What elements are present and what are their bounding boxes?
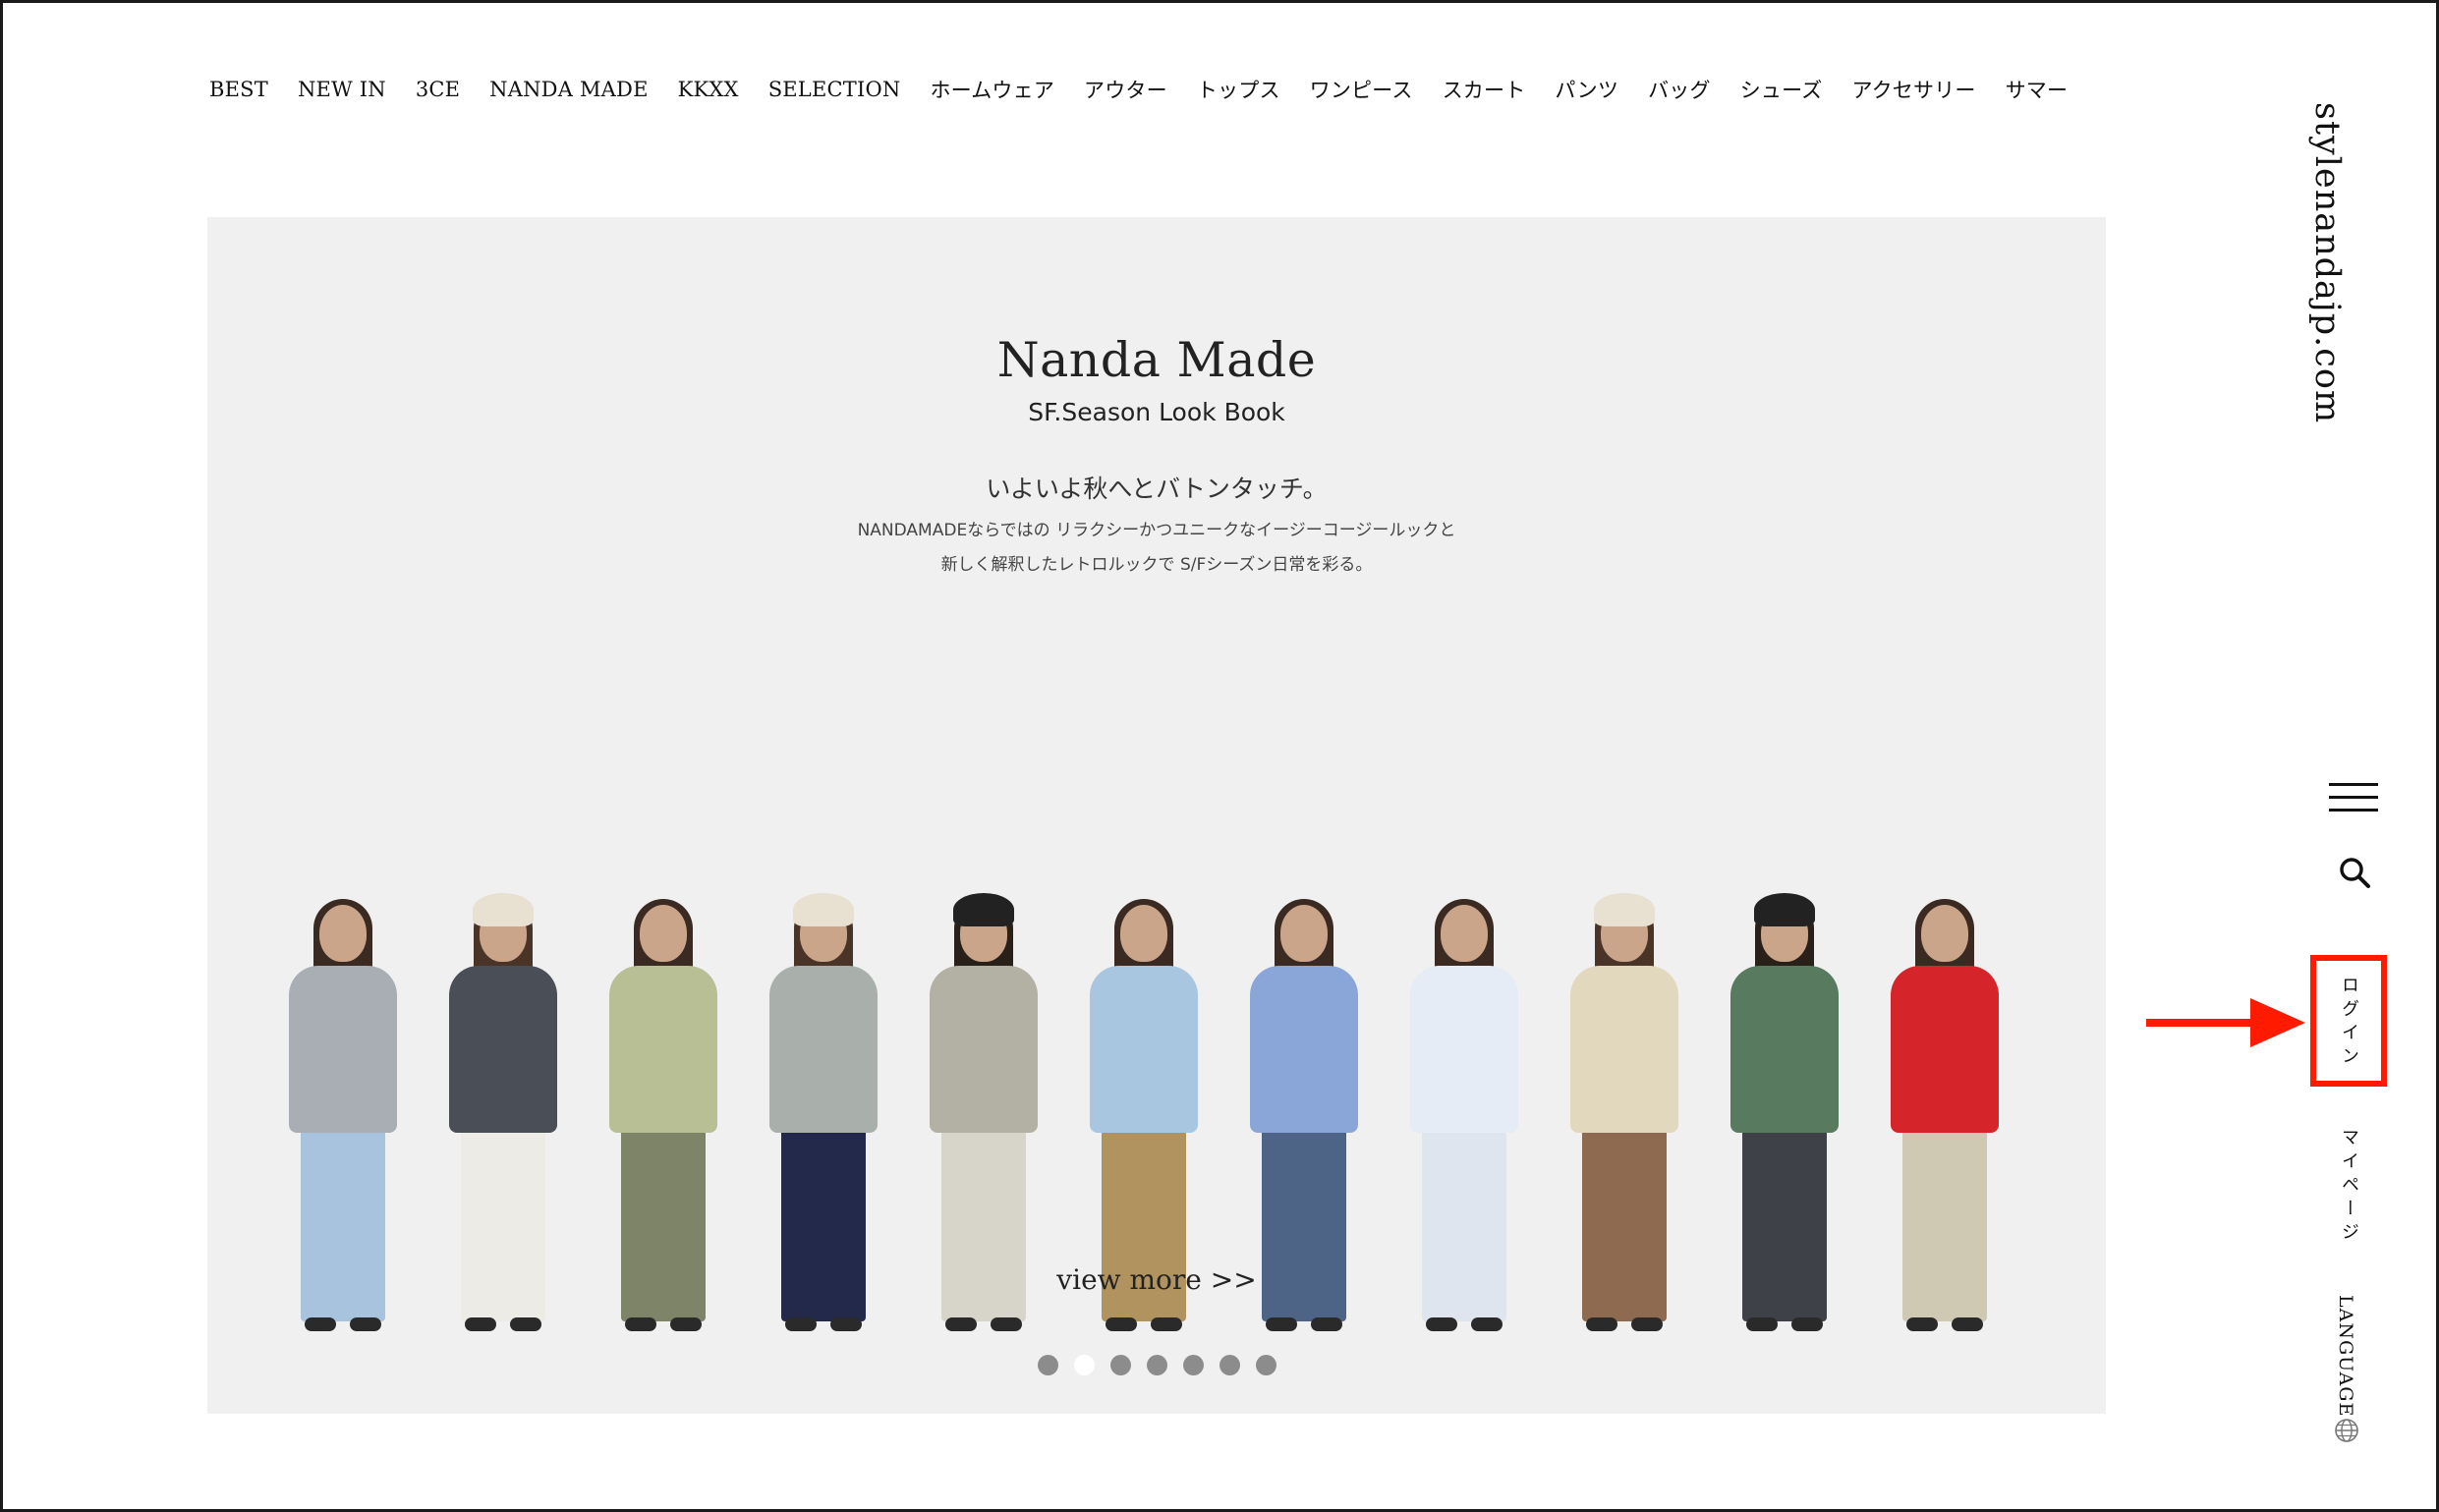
model-shoe xyxy=(510,1317,541,1331)
model-head xyxy=(319,905,367,962)
model-shoe xyxy=(1631,1317,1663,1331)
model-shoe xyxy=(785,1317,817,1331)
nav-item-12[interactable]: バッグ xyxy=(1648,75,1711,104)
banner-headline: いよいよ秋へとバトンタッチ。 xyxy=(986,475,1328,503)
nav-item-0[interactable]: BEST xyxy=(209,78,268,101)
brand-logo[interactable]: stylenandajp.com xyxy=(2307,102,2366,423)
carousel-dot[interactable] xyxy=(1219,1355,1240,1375)
nav-item-9[interactable]: ワンピース xyxy=(1310,75,1413,104)
model-top xyxy=(1250,966,1358,1133)
hamburger-line xyxy=(2329,783,2378,786)
login-link[interactable]: ログイン xyxy=(2336,976,2361,1070)
annotation-arrow-icon xyxy=(2146,998,2305,1047)
view-more-link[interactable]: view more >> xyxy=(207,1263,2106,1296)
hamburger-menu-icon[interactable] xyxy=(2329,783,2378,812)
model-shoe xyxy=(1426,1317,1457,1331)
carousel-pagination xyxy=(207,1355,2106,1375)
nav-item-4[interactable]: KKXX xyxy=(678,78,739,101)
globe-icon[interactable] xyxy=(2334,1418,2359,1443)
model-shoe xyxy=(1791,1317,1823,1331)
model-top xyxy=(1410,966,1518,1133)
nav-item-5[interactable]: SELECTION xyxy=(768,78,901,101)
mypage-link[interactable]: マイページ xyxy=(2336,1128,2361,1246)
banner-description-line-2: 新しく解釈したレトロルックで S/Fシーズン日常を彩る。 xyxy=(940,555,1373,575)
model-top xyxy=(769,966,878,1133)
lookbook-models-image[interactable] xyxy=(279,689,2038,1337)
model-head xyxy=(1921,905,1968,962)
carousel-dot[interactable] xyxy=(1109,1355,1131,1375)
hamburger-line xyxy=(2329,809,2378,812)
nav-item-2[interactable]: 3CE xyxy=(416,78,460,101)
search-icon[interactable] xyxy=(2337,855,2372,890)
carousel-dot[interactable] xyxy=(1146,1355,1167,1375)
model-shoe xyxy=(830,1317,862,1331)
brand-name[interactable]: stylenandajp.com xyxy=(2307,102,2347,423)
globe-icon-graphic xyxy=(2335,1419,2358,1442)
model-shoe xyxy=(625,1317,656,1331)
model-top xyxy=(1570,966,1678,1133)
model-top xyxy=(1891,966,1999,1133)
model-head xyxy=(1280,905,1328,962)
model-top xyxy=(1090,966,1198,1133)
nav-item-7[interactable]: アウター xyxy=(1084,75,1167,104)
model-top xyxy=(1730,966,1839,1133)
top-navigation: BEST NEW IN 3CE NANDA MADE KKXX SELECTION ホームウ… xyxy=(209,73,2068,106)
nav-item-6[interactable]: ホームウェア xyxy=(930,75,1054,104)
model-head xyxy=(1120,905,1167,962)
nav-item-14[interactable]: アクセサリー xyxy=(1851,75,1975,104)
model-shoe xyxy=(1266,1317,1297,1331)
model-shoe xyxy=(945,1317,977,1331)
hero-banner[interactable]: Nanda Made SF.Season Look Book いよいよ秋へとバト… xyxy=(207,217,2106,1414)
hamburger-line xyxy=(2329,796,2378,799)
model-shoe xyxy=(991,1317,1022,1331)
carousel-dot[interactable] xyxy=(1073,1355,1095,1375)
nav-item-15[interactable]: サマー xyxy=(2006,75,2069,104)
model-shoe xyxy=(1952,1317,1983,1331)
nav-item-8[interactable]: トップス xyxy=(1197,75,1280,104)
banner-subtitle: SF.Season Look Book xyxy=(1028,398,1285,426)
nav-item-13[interactable]: シューズ xyxy=(1740,75,1823,104)
carousel-dot[interactable] xyxy=(1182,1355,1204,1375)
banner-description-line-1: NANDAMADEならではの リラクシーかつユニークなイージーコージールックと xyxy=(857,521,1456,540)
model-shoe xyxy=(465,1317,496,1331)
language-selector[interactable]: LANGUAGE xyxy=(2335,1295,2356,1417)
model-hat xyxy=(953,893,1014,926)
model-shoe xyxy=(1906,1317,1938,1331)
banner-title: Nanda Made xyxy=(996,332,1317,388)
carousel-dot[interactable] xyxy=(1255,1355,1276,1375)
carousel-dot[interactable] xyxy=(1037,1355,1058,1375)
model-head xyxy=(1441,905,1488,962)
model-head xyxy=(640,905,687,962)
nav-item-10[interactable]: スカート xyxy=(1443,75,1526,104)
model-shoe xyxy=(1151,1317,1182,1331)
model-top xyxy=(289,966,397,1133)
model-hat xyxy=(1594,893,1655,926)
nav-item-11[interactable]: パンツ xyxy=(1555,75,1618,104)
model-hat xyxy=(793,893,854,926)
model-top xyxy=(609,966,717,1133)
model-shoe xyxy=(1746,1317,1778,1331)
model-shoe xyxy=(1311,1317,1342,1331)
nav-item-3[interactable]: NANDA MADE xyxy=(489,78,648,101)
model-top xyxy=(930,966,1038,1133)
model-hat xyxy=(473,893,534,926)
search-icon-graphic xyxy=(2340,858,2370,888)
model-hat xyxy=(1754,893,1815,926)
arrow-graphic xyxy=(2146,998,2305,1047)
model-shoe xyxy=(670,1317,702,1331)
model-top xyxy=(449,966,557,1133)
model-shoe xyxy=(1106,1317,1137,1331)
model-shoe xyxy=(1586,1317,1617,1331)
model-shoe xyxy=(350,1317,381,1331)
model-shoe xyxy=(1471,1317,1503,1331)
nav-item-1[interactable]: NEW IN xyxy=(298,78,386,101)
model-shoe xyxy=(305,1317,336,1331)
